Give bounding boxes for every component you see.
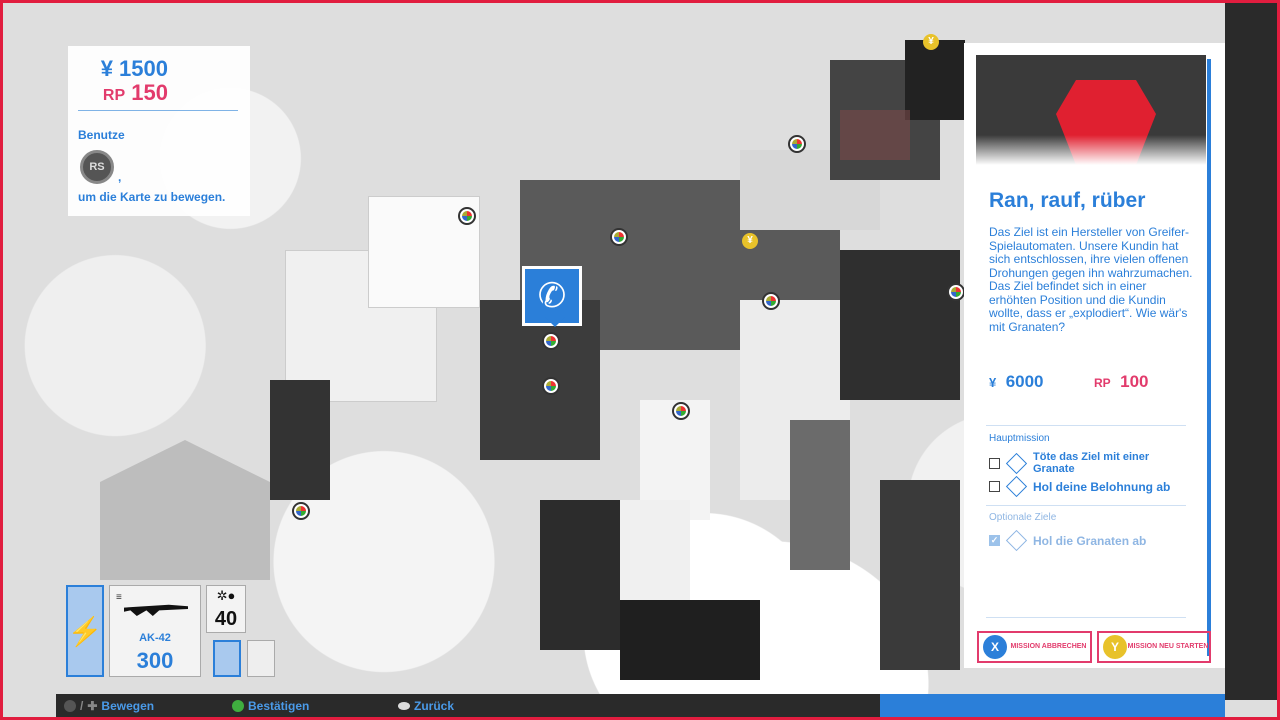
- target-building: [840, 110, 910, 160]
- rs-button-icon: RS: [80, 150, 114, 184]
- target-marker-icon[interactable]: ✆: [522, 266, 582, 327]
- control-back: Zurück: [398, 699, 454, 713]
- building-dark: [840, 250, 960, 400]
- coin-icon[interactable]: ¥: [923, 34, 939, 50]
- lightning-icon[interactable]: ⚡: [66, 585, 104, 677]
- building-dark: [540, 500, 620, 650]
- hint-text-2: um die Karte zu bewegen.: [78, 190, 226, 204]
- npc-marker[interactable]: [458, 207, 476, 225]
- npc-marker[interactable]: [542, 377, 560, 395]
- controls-bar-accent: [880, 694, 1225, 720]
- hint-text: Benutze: [78, 128, 125, 142]
- divider: [986, 617, 1186, 618]
- ls-button-icon: [64, 700, 76, 712]
- objective-diamond-icon: [1005, 475, 1028, 498]
- objective-collect-reward: Hol deine Belohnung ab: [989, 475, 1170, 498]
- reward-rp: RP 100: [1094, 372, 1149, 391]
- a-button-icon: [232, 700, 244, 712]
- checkbox-icon: [989, 481, 1000, 492]
- building-dark: [1225, 0, 1280, 700]
- main-mission-heading: Hauptmission: [989, 433, 1050, 444]
- mission-description: Das Ziel ist ein Hersteller von Greifer-…: [989, 225, 1193, 334]
- reward-money: ¥ 6000: [989, 372, 1044, 391]
- grenade-slot[interactable]: ✲● 40: [206, 585, 246, 633]
- building-dark: [905, 40, 965, 120]
- item-slot-icon[interactable]: [247, 640, 275, 677]
- y-button-icon: Y: [1103, 635, 1127, 659]
- checkbox-icon: [989, 457, 1000, 469]
- mission-scrollbar[interactable]: [1207, 59, 1211, 656]
- objective-collect-grenades: ✓ Hol die Granaten ab: [989, 529, 1146, 552]
- npc-marker[interactable]: [762, 292, 780, 310]
- rp-value: RP 150: [102, 80, 168, 105]
- abort-mission-button[interactable]: X MISSION ABBRECHEN: [977, 631, 1092, 663]
- coin-icon[interactable]: ¥: [742, 233, 758, 249]
- mission-title: Ran, rauf, rüber: [989, 189, 1146, 212]
- objective-kill-target: Töte das Ziel mit einer Granate: [989, 451, 1163, 475]
- restart-mission-button[interactable]: Y MISSION NEU STARTEN: [1097, 631, 1211, 663]
- x-button-icon: X: [983, 635, 1007, 659]
- building-dark: [620, 600, 760, 680]
- optional-heading: Optionale Ziele: [989, 512, 1057, 523]
- grenade-icon: ✲●: [216, 588, 236, 603]
- weapon-ammo: 300: [136, 648, 174, 673]
- mission-panel: Ran, rauf, rüber Das Ziel ist ein Herste…: [964, 43, 1225, 668]
- controls-bar: [56, 694, 880, 720]
- grenade-count: 40: [214, 608, 238, 630]
- npc-marker[interactable]: [788, 135, 806, 153]
- hint-comma: ,: [118, 170, 122, 184]
- npc-marker[interactable]: [292, 502, 310, 520]
- building-dark: [880, 480, 960, 670]
- dpad-icon: ✚: [87, 699, 98, 713]
- building-dark: [270, 380, 330, 500]
- menu-icon: ≡: [116, 592, 122, 603]
- control-move: / ✚ Bewegen: [64, 699, 154, 713]
- money-value: ¥ 1500: [100, 56, 168, 81]
- divider: [986, 505, 1186, 506]
- checkbox-checked-icon: ✓: [989, 535, 1000, 546]
- npc-marker[interactable]: [610, 228, 628, 246]
- b-button-icon: [398, 702, 410, 710]
- control-confirm: Bestätigen: [232, 699, 309, 713]
- npc-marker[interactable]: [947, 283, 965, 301]
- divider: [78, 110, 238, 111]
- building-grey: [790, 420, 850, 570]
- hack-icon[interactable]: [213, 640, 241, 677]
- money-panel: ¥ 1500 RP 150 Benutze RS , um die Karte …: [68, 46, 250, 216]
- objective-diamond-icon: [1005, 529, 1028, 552]
- rifle-icon: [124, 604, 188, 616]
- divider: [986, 425, 1186, 426]
- mission-preview-image: [976, 55, 1206, 165]
- weapon-slot[interactable]: ≡ AK-42 300: [109, 585, 201, 677]
- objective-diamond-icon: [1005, 452, 1028, 474]
- npc-marker[interactable]: [672, 402, 690, 420]
- weapon-name: AK-42: [139, 632, 171, 644]
